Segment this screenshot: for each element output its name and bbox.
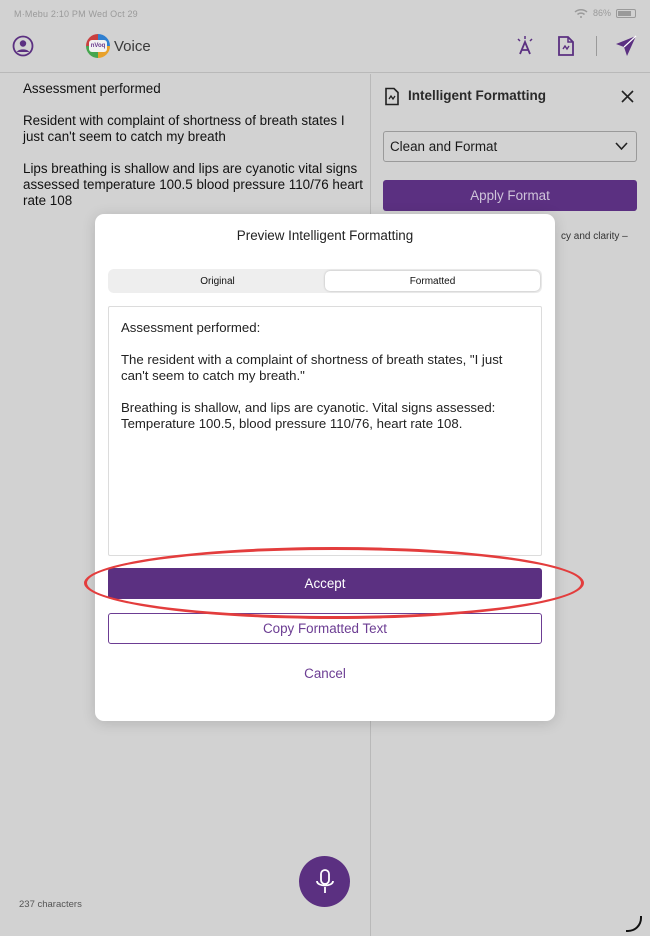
character-count: 237 characters <box>19 899 82 910</box>
document-format-icon[interactable] <box>556 35 576 57</box>
status-bar: M·Mebu 2:10 PM Wed Oct 29 86% <box>0 0 650 28</box>
account-icon[interactable] <box>12 35 34 57</box>
apply-format-button[interactable]: Apply Format <box>383 180 637 211</box>
panel-description: cy and clarity – <box>561 231 628 242</box>
format-select-value: Clean and Format <box>390 139 498 154</box>
tab-original[interactable]: Original <box>110 271 325 291</box>
status-time: M·Mebu 2:10 PM Wed Oct 29 <box>14 9 138 19</box>
wifi-icon <box>574 8 588 18</box>
app-header: nVoq Voice <box>0 28 650 73</box>
microphone-button[interactable] <box>299 856 350 907</box>
note-paragraph: Assessment performed <box>23 81 161 96</box>
send-icon[interactable] <box>614 34 638 58</box>
note-text[interactable]: Assessment performed Resident with compl… <box>23 81 363 225</box>
chevron-down-icon <box>615 142 628 151</box>
preview-paragraph: Assessment performed: <box>121 320 261 335</box>
status-right: 86% <box>574 8 636 18</box>
cancel-button[interactable]: Cancel <box>95 666 555 681</box>
logo-text: nVoq <box>89 40 107 52</box>
app-title: Voice <box>114 38 151 55</box>
view-toggle: Original Formatted <box>108 269 542 293</box>
note-paragraph: Lips breathing is shallow and lips are c… <box>23 161 363 208</box>
panel-title: Intelligent Formatting <box>408 88 546 103</box>
nvoq-logo: nVoq <box>86 34 110 58</box>
header-divider <box>596 36 597 56</box>
format-select[interactable]: Clean and Format <box>383 131 637 162</box>
dialog-title: Preview Intelligent Formatting <box>236 228 414 243</box>
accept-button[interactable]: Accept <box>108 568 542 599</box>
battery-icon <box>616 8 636 18</box>
copy-formatted-text-button[interactable]: Copy Formatted Text <box>108 613 542 644</box>
tab-formatted[interactable]: Formatted <box>325 271 540 291</box>
preview-paragraph: The resident with a complaint of shortne… <box>121 352 503 383</box>
close-icon[interactable] <box>621 90 634 103</box>
formatted-text-preview[interactable]: Assessment performed: The resident with … <box>108 306 542 556</box>
text-spark-icon[interactable] <box>514 35 536 57</box>
preview-dialog: Preview Intelligent Formatting Original … <box>95 214 555 721</box>
battery-percent: 86% <box>592 8 611 18</box>
preview-paragraph: Breathing is shallow, and lips are cyano… <box>121 400 496 431</box>
microphone-icon <box>315 868 334 893</box>
note-paragraph: Resident with complaint of shortness of … <box>23 113 345 144</box>
document-format-icon <box>385 87 399 106</box>
